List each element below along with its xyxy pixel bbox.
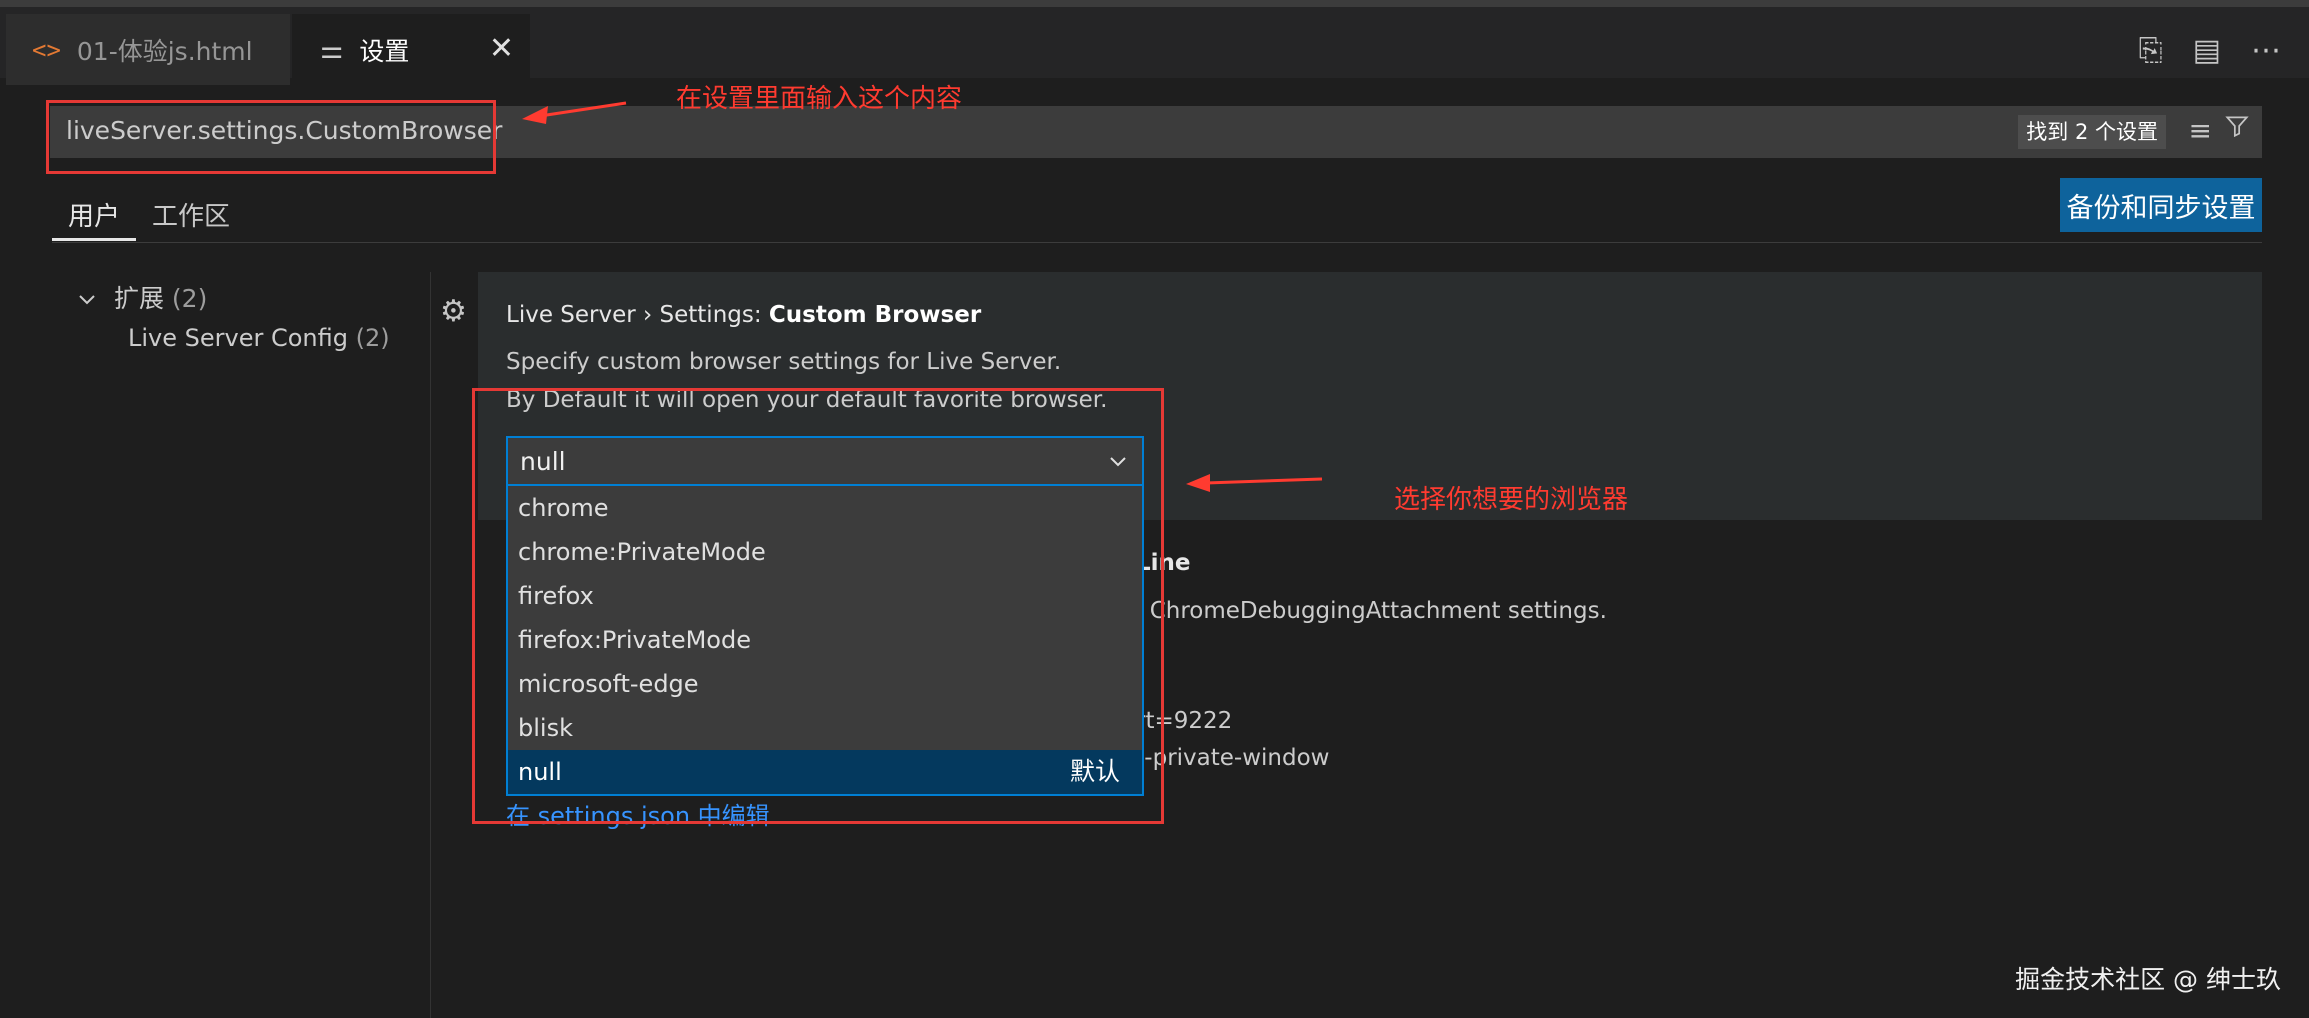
arrow-to-select [1186, 474, 1323, 492]
arrow-to-search [522, 101, 627, 124]
watermark: 掘金技术社区 @ 绅士玖 [2015, 965, 2281, 994]
annotation-arrows [522, 101, 1323, 492]
